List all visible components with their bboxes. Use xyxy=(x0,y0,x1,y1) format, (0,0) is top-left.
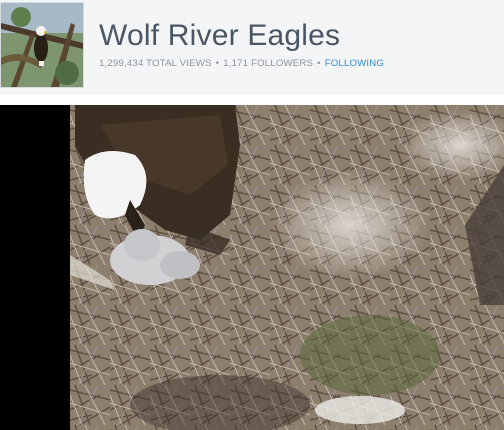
header-divider xyxy=(0,95,504,105)
nest-cam-video-frame xyxy=(70,105,504,430)
eagle-avatar-image xyxy=(1,3,83,87)
video-player[interactable] xyxy=(0,105,504,430)
stats-separator: • xyxy=(215,58,220,69)
following-button[interactable]: FOLLOWING xyxy=(325,58,384,69)
total-views-count: 1,299,434 TOTAL VIEWS xyxy=(99,58,212,69)
channel-header: Wolf River Eagles 1,299,434 TOTAL VIEWS •… xyxy=(0,0,504,95)
channel-avatar[interactable] xyxy=(0,2,84,88)
channel-stats: 1,299,434 TOTAL VIEWS • 1,171 FOLLOWERS • FO… xyxy=(99,58,384,69)
followers-count: 1,171 FOLLOWERS xyxy=(223,58,314,69)
stats-separator: • xyxy=(317,58,321,69)
channel-title: Wolf River Eagles xyxy=(99,19,341,52)
